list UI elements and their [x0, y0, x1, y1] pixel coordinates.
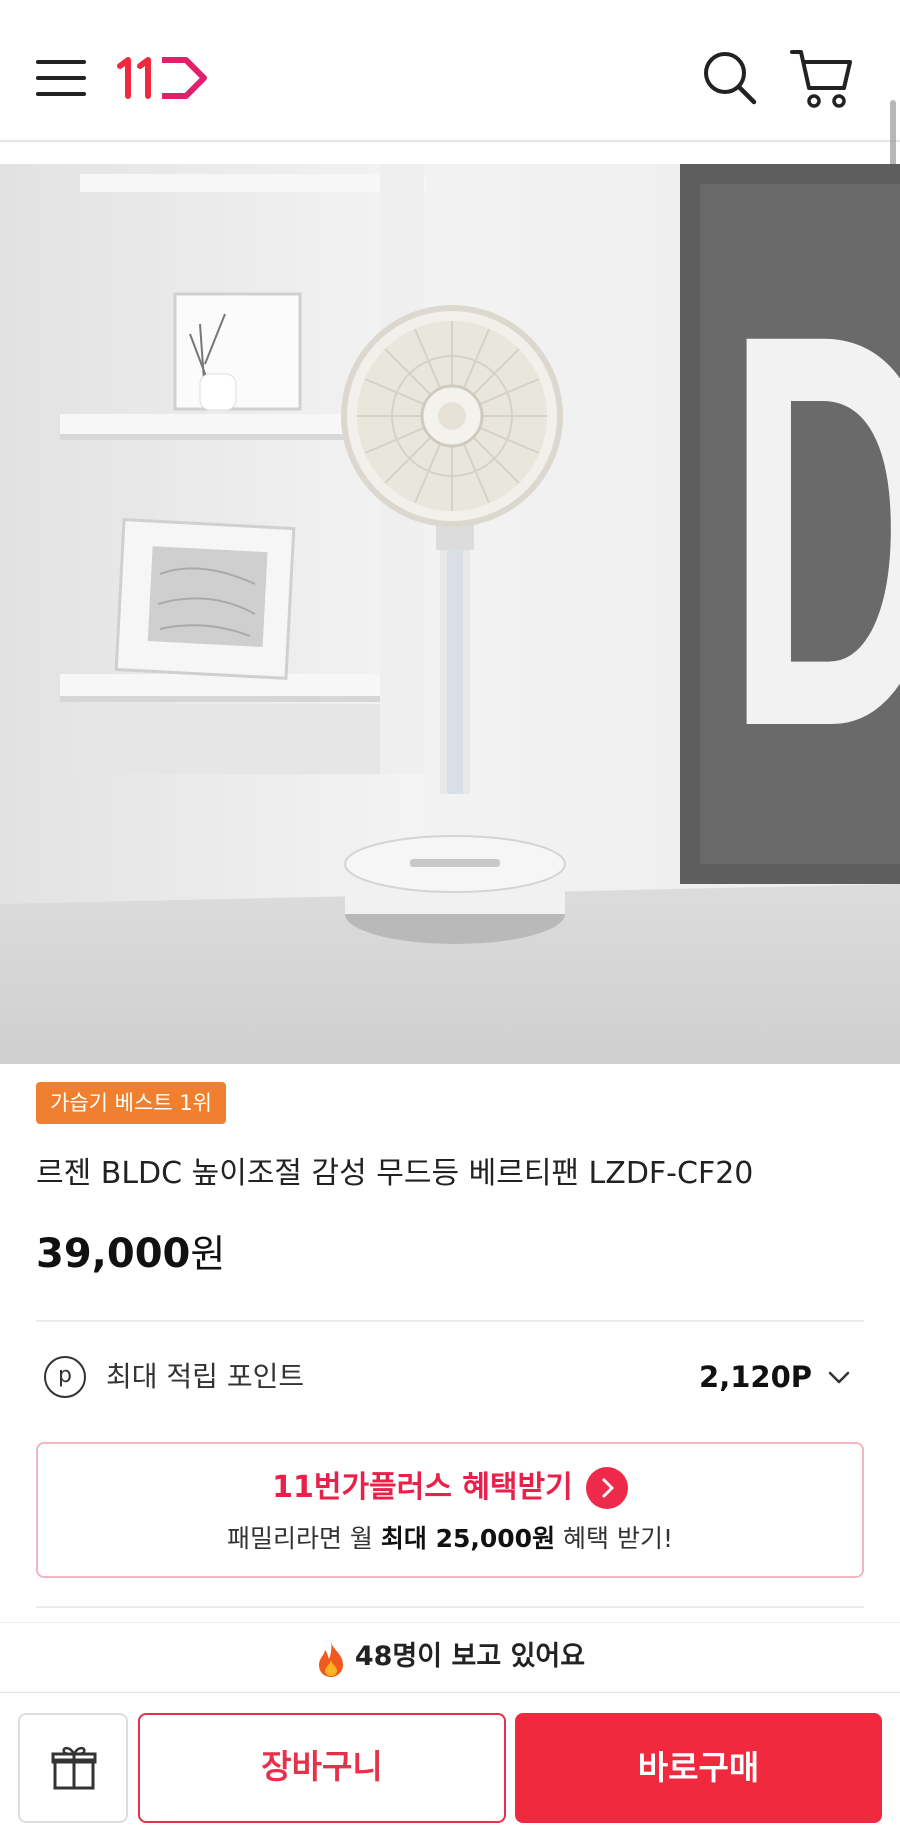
plus-title-row: 11번가플러스 혜택받기 — [38, 1466, 862, 1510]
plus-title-brand: 11번가플러스 — [272, 1470, 452, 1505]
divider — [36, 1606, 864, 1608]
price-unit: 원 — [190, 1232, 226, 1276]
plus-sub-bold: 최대 25,000원 — [380, 1524, 556, 1553]
product-price: 39,000원 — [36, 1226, 225, 1282]
divider — [36, 1320, 864, 1322]
plus-sub-b: 혜택 받기! — [555, 1524, 673, 1553]
points-label: 최대 적립 포인트 — [106, 1360, 305, 1393]
best-badge: 가습기 베스트 1위 — [36, 1082, 226, 1124]
plus-benefit-banner[interactable]: 11번가플러스 혜택받기 패밀리라면 월 최대 25,000원 혜택 받기! — [36, 1442, 864, 1578]
gift-icon — [50, 1744, 98, 1792]
plus-sub-a: 패밀리라면 월 — [226, 1524, 381, 1553]
add-to-cart-button[interactable]: 장바구니 — [138, 1713, 506, 1823]
search-icon[interactable] — [700, 48, 760, 108]
top-header — [0, 0, 900, 142]
points-value: 2,120P — [699, 1360, 812, 1394]
price-number: 39,000 — [36, 1231, 191, 1277]
gift-button[interactable] — [18, 1713, 128, 1823]
bottom-action-bar: 장바구니 바로구매 — [0, 1692, 900, 1841]
chevron-down-icon[interactable] — [824, 1362, 854, 1392]
svg-text:DA: DA — [726, 217, 900, 843]
point-icon: p — [44, 1356, 86, 1398]
cart-icon[interactable] — [788, 46, 854, 110]
product-title: 르젠 BLDC 높이조절 감성 무드등 베르티팬 LZDF-CF20 — [36, 1156, 754, 1191]
plus-subtitle: 패밀리라면 월 최대 25,000원 혜택 받기! — [38, 1520, 862, 1558]
viewers-count-bar: 48명이 보고 있어요 — [0, 1622, 900, 1690]
buy-now-button[interactable]: 바로구매 — [515, 1713, 882, 1823]
plus-title-action: 혜택받기 — [451, 1470, 573, 1505]
logo[interactable] — [116, 52, 216, 104]
product-image[interactable]: DA — [0, 164, 900, 1064]
viewers-text: 48명이 보고 있어요 — [354, 1641, 586, 1672]
chevron-right-icon[interactable] — [585, 1467, 628, 1509]
plus-title: 11번가플러스 혜택받기 — [272, 1466, 573, 1510]
points-row[interactable]: p 최대 적립 포인트 2,120P — [36, 1346, 864, 1408]
menu-icon[interactable] — [36, 56, 86, 100]
fire-icon — [315, 1636, 347, 1677]
